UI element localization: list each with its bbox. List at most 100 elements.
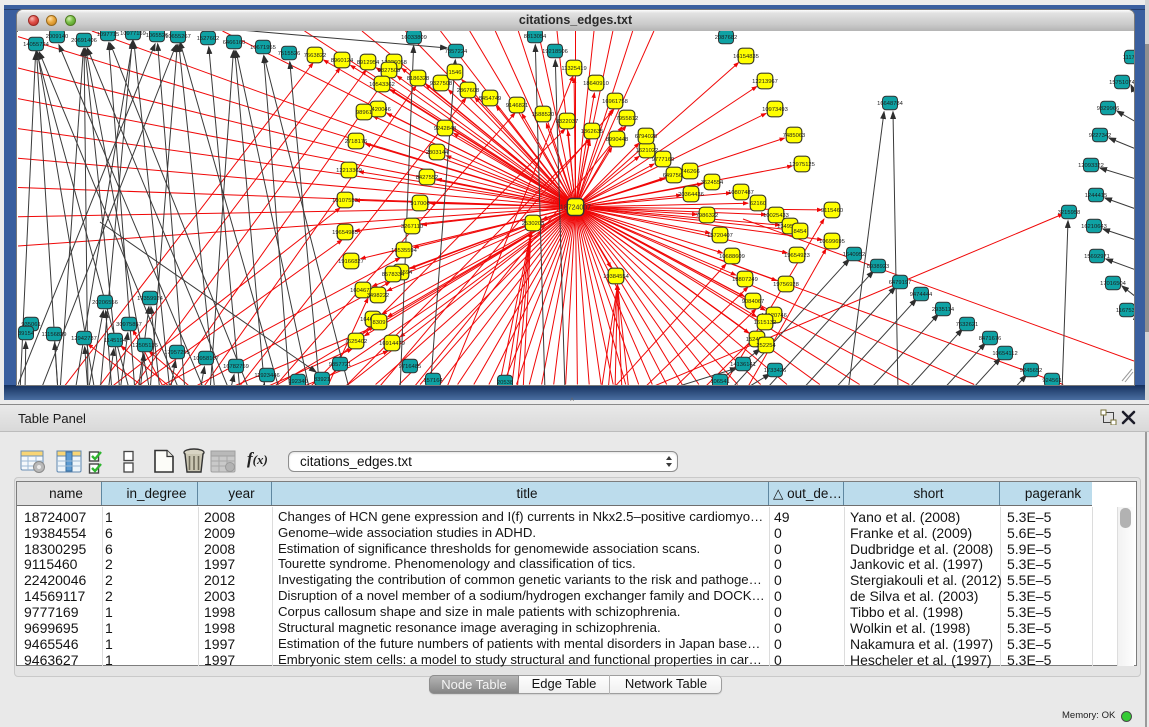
svg-text:9827503: 9827503 (378, 68, 401, 74)
svg-text:2530203: 2530203 (522, 221, 545, 227)
svg-text:20364436: 20364436 (678, 192, 704, 198)
svg-text:12942737: 12942737 (71, 336, 97, 342)
svg-text:9227342: 9227342 (1089, 133, 1112, 139)
svg-text:917006: 917006 (410, 201, 429, 207)
svg-text:10654112: 10654112 (992, 351, 1017, 357)
svg-text:39154: 39154 (18, 331, 35, 337)
svg-text:20206556: 20206556 (92, 300, 118, 306)
svg-text:15720407: 15720407 (707, 233, 733, 239)
svg-text:19654985: 19654985 (332, 230, 358, 236)
svg-text:1546: 1546 (449, 70, 462, 76)
svg-text:19166827: 19166827 (338, 259, 364, 265)
svg-text:17359924: 17359924 (137, 296, 164, 302)
svg-text:3267110: 3267110 (401, 224, 423, 230)
svg-text:2718176: 2718176 (345, 139, 368, 145)
svg-text:9245652: 9245652 (1020, 368, 1043, 374)
svg-text:8578334: 8578334 (382, 272, 405, 278)
svg-text:3498222: 3498222 (367, 293, 390, 299)
svg-text:7632621: 7632621 (956, 322, 979, 328)
svg-text:30975857: 30975857 (116, 322, 142, 328)
svg-text:2867608: 2867608 (457, 88, 480, 94)
svg-text:1621022: 1621022 (636, 148, 659, 154)
svg-text:10655267: 10655267 (165, 34, 191, 40)
svg-text:9716485: 9716485 (399, 364, 422, 370)
svg-text:20538: 20538 (497, 380, 513, 385)
svg-text:14055724: 14055724 (23, 42, 50, 48)
svg-text:1527602: 1527602 (197, 36, 220, 42)
svg-text:10543362: 10543362 (369, 82, 395, 88)
svg-text:12213967: 12213967 (752, 79, 778, 85)
svg-text:10699695: 10699695 (819, 239, 845, 245)
svg-text:8471676: 8471676 (979, 336, 1002, 342)
svg-text:7515526: 7515526 (278, 51, 301, 57)
svg-text:8186328: 8186328 (407, 76, 430, 82)
svg-text:19654923: 19654923 (784, 253, 810, 259)
svg-text:10671955: 10671955 (250, 45, 276, 51)
svg-text:8912954: 8912954 (357, 60, 380, 66)
svg-text:8309: 8309 (373, 320, 386, 326)
svg-text:13535594: 13535594 (391, 248, 418, 254)
svg-text:16782759: 16782759 (223, 364, 249, 370)
svg-text:9084067: 9084067 (742, 299, 765, 305)
svg-text:18807249: 18807249 (732, 277, 758, 283)
svg-text:2009140: 2009140 (46, 34, 69, 40)
svg-text:98961: 98961 (356, 110, 372, 116)
svg-text:83921: 83921 (314, 377, 330, 383)
svg-text:17957255: 17957255 (164, 350, 190, 356)
svg-text:6479197: 6479197 (889, 280, 912, 286)
svg-text:192346: 192346 (288, 379, 307, 385)
svg-text:10107553: 10107553 (332, 198, 358, 204)
svg-text:157164: 157164 (423, 378, 443, 384)
svg-text:10688609: 10688609 (719, 254, 745, 260)
svg-text:1097715: 1097715 (97, 32, 120, 38)
svg-text:19384554: 19384554 (603, 274, 630, 280)
svg-text:18724007: 18724007 (560, 205, 591, 212)
svg-text:7485063: 7485063 (783, 133, 806, 139)
svg-text:1640952: 1640952 (843, 252, 866, 258)
svg-text:9777169: 9777169 (652, 157, 675, 163)
svg-text:12975125: 12975125 (789, 162, 815, 168)
svg-text:12093322: 12093322 (1078, 163, 1104, 169)
svg-text:1588520: 1588520 (532, 112, 555, 118)
svg-text:9329966: 9329966 (1097, 106, 1120, 112)
svg-text:11156829: 11156829 (42, 332, 67, 338)
svg-text:12505135: 12505135 (132, 343, 158, 349)
svg-text:16648784: 16648784 (877, 101, 904, 107)
svg-text:8960124: 8960124 (331, 58, 354, 64)
svg-text:17016504: 17016504 (1100, 281, 1127, 287)
svg-text:9327508: 9327508 (430, 81, 453, 87)
svg-text:10977159: 10977159 (120, 31, 146, 37)
svg-text:11325419: 11325419 (561, 66, 586, 72)
svg-text:12213369: 12213369 (336, 168, 362, 174)
svg-text:19218506: 19218506 (542, 49, 568, 55)
svg-text:8990448: 8990448 (606, 137, 629, 143)
svg-text:252254: 252254 (756, 343, 776, 349)
svg-text:8322037: 8322037 (556, 119, 579, 125)
svg-text:16154835: 16154835 (733, 54, 759, 60)
svg-text:18640910: 18640910 (583, 81, 609, 87)
svg-text:9115460: 9115460 (821, 208, 843, 214)
svg-text:16210643: 16210643 (1081, 224, 1107, 230)
svg-text:9242848: 9242848 (434, 126, 457, 132)
svg-text:8813054: 8813054 (524, 34, 547, 40)
svg-text:10973493: 10973493 (762, 107, 788, 113)
svg-text:2803144: 2803144 (426, 150, 449, 156)
svg-text:106541: 106541 (710, 379, 729, 385)
svg-text:111724: 111724 (1123, 55, 1134, 61)
svg-text:1244415: 1244415 (1085, 193, 1108, 199)
svg-text:8454749: 8454749 (479, 96, 502, 102)
svg-text:9857721: 9857721 (329, 362, 352, 368)
svg-text:7357224: 7357224 (445, 49, 468, 55)
svg-text:3624554: 3624554 (701, 180, 724, 186)
svg-text:6466160: 6466160 (223, 40, 246, 46)
svg-text:7955812: 7955812 (616, 116, 639, 122)
svg-text:3215958: 3215958 (1058, 210, 1081, 216)
svg-text:2935114: 2935114 (932, 307, 955, 313)
svg-text:2087682: 2087682 (715, 35, 738, 41)
svg-text:19756928: 19756928 (773, 282, 799, 288)
svg-text:1615132: 1615132 (754, 320, 777, 326)
svg-text:62160: 62160 (750, 201, 766, 207)
svg-text:6794028: 6794028 (635, 134, 658, 140)
svg-text:8938923: 8938923 (867, 264, 890, 270)
svg-text:1362635: 1362635 (581, 129, 604, 135)
